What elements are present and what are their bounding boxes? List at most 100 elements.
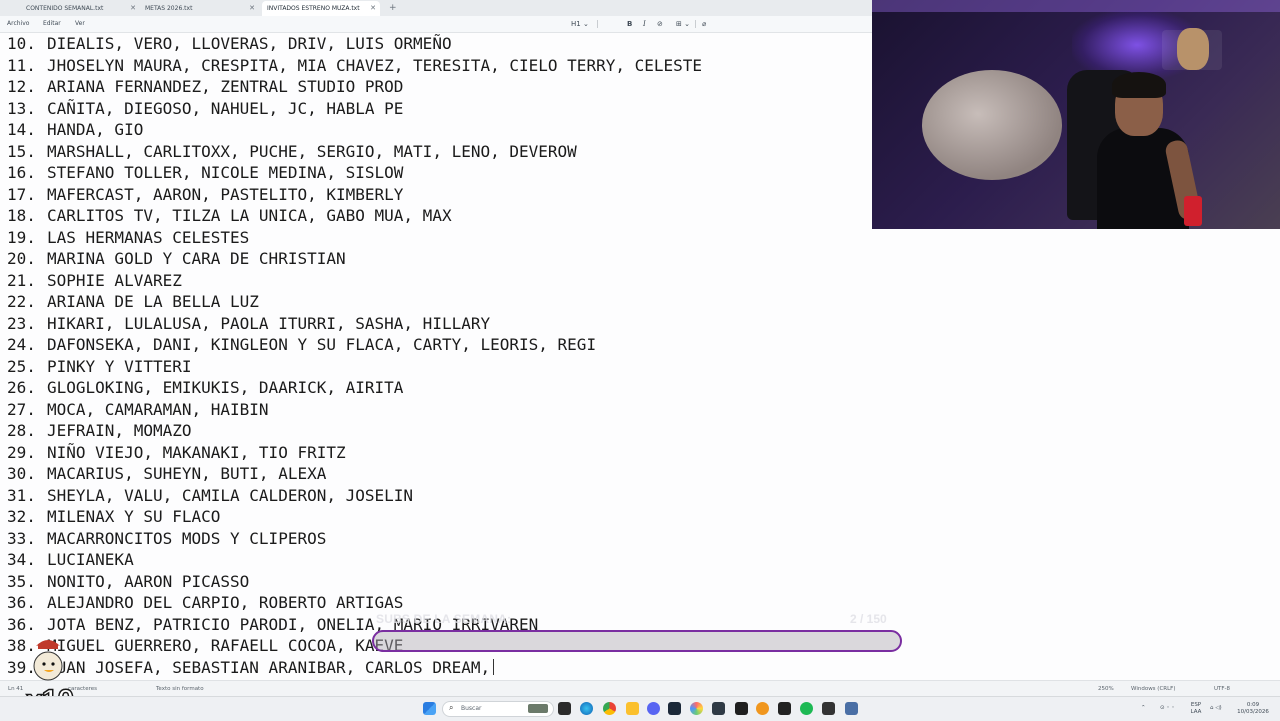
text-line[interactable]: 13. CAÑITA, DIEGOSO, NAHUEL, JC, HABLA PE bbox=[7, 98, 403, 119]
status-bar: Ln 41 caracteres Texto sin formato 250% … bbox=[0, 680, 1280, 697]
app-icon[interactable] bbox=[712, 702, 725, 715]
tab-invitados-estreno-muza[interactable]: INVITADOS ESTRENO MUZA.txt ✕ bbox=[262, 1, 380, 16]
text-line[interactable]: 39. JUAN JOSEFA, SEBASTIAN ARANIBAR, CARL… bbox=[7, 657, 495, 678]
text-line[interactable]: 36. ALEJANDRO DEL CARPIO, ROBERTO ARTIGAS bbox=[7, 592, 403, 613]
line-number: 12. bbox=[7, 77, 36, 96]
text-line[interactable]: 33. MACARRONCITOS MODS Y CLIPEROS bbox=[7, 528, 326, 549]
bold-button[interactable]: B bbox=[627, 16, 632, 32]
text-line[interactable]: 31. SHEYLA, VALU, CAMILA CALDERON, JOSELI… bbox=[7, 485, 413, 506]
line-number: 14. bbox=[7, 120, 36, 139]
line-text: NONITO, AARON PICASSO bbox=[47, 571, 250, 591]
text-line[interactable]: 25. PINKY Y VITTERI bbox=[7, 356, 192, 377]
taskbar: ⌕ Buscar ⌃ ⊙ ◦ ◦ ESP LAA ⌂ ◁) 0:09 10/03… bbox=[0, 696, 1280, 721]
tab-label: CONTENIDO SEMANAL.txt bbox=[26, 5, 104, 12]
text-line[interactable]: 15. MARSHALL, CARLITOXX, PUCHE, SERGIO, M… bbox=[7, 141, 577, 162]
tray-expand-icon[interactable]: ⌃ bbox=[1141, 705, 1146, 712]
text-line[interactable]: 24. DAFONSEKA, DANI, KINGLEON Y SU FLACA,… bbox=[7, 334, 596, 355]
menu-bar: Archivo Editar Ver H1 ⌄ B I ⊘ ⊞ ⌄ ⌀ bbox=[0, 16, 872, 33]
folder-icon[interactable] bbox=[626, 702, 639, 715]
line-text: MACARIUS, SUHEYN, BUTI, ALEXA bbox=[47, 464, 327, 483]
discord-icon[interactable] bbox=[647, 702, 660, 715]
tab-metas-2026[interactable]: METAS 2026.txt ✕ bbox=[119, 1, 259, 16]
close-tab-icon[interactable]: ✕ bbox=[249, 1, 255, 16]
text-line[interactable]: 10. DIEALIS, VERO, LLOVERAS, DRIV, LUIS O… bbox=[7, 33, 452, 54]
text-line[interactable]: 23. HIKARI, LULALUSA, PAOLA ITURRI, SASHA… bbox=[7, 313, 490, 334]
menu-editar[interactable]: Editar bbox=[43, 16, 61, 32]
language-indicator[interactable]: ESP LAA bbox=[1188, 702, 1204, 716]
capture-icon[interactable] bbox=[735, 702, 748, 715]
widgets-icon[interactable] bbox=[528, 704, 548, 713]
text-line[interactable]: 27. MOCA, CAMARAMAN, HAIBIN bbox=[7, 399, 269, 420]
line-text: NIÑO VIEJO, MAKANAKI, TIO FRITZ bbox=[47, 442, 346, 462]
text-line[interactable]: 34. LUCIANEKA bbox=[7, 549, 134, 570]
text-line[interactable]: 26. GLOGLOKING, EMIKUKIS, DAARICK, AIRITA bbox=[7, 377, 403, 398]
clear-format-icon[interactable]: ⌀ bbox=[702, 16, 706, 32]
zoom-level[interactable]: 250% bbox=[1098, 681, 1114, 697]
photos-icon[interactable] bbox=[690, 702, 703, 715]
explorer-icon[interactable] bbox=[558, 702, 571, 715]
line-text: HIKARI, LULALUSA, PAOLA ITURRI, SASHA, H… bbox=[47, 313, 491, 333]
menu-ver[interactable]: Ver bbox=[75, 16, 85, 32]
obs-icon[interactable] bbox=[822, 702, 835, 715]
line-text: GLOGLOKING, EMIKUKIS, DAARICK, AIRITA bbox=[47, 378, 404, 397]
line-text: SOPHIE ALVAREZ bbox=[47, 270, 182, 290]
line-number: 15. bbox=[7, 141, 36, 161]
text-line[interactable]: 32. MILENAX Y SU FLACO bbox=[7, 506, 220, 527]
terminal-icon[interactable] bbox=[778, 702, 791, 715]
heading-dropdown[interactable]: H1 ⌄ bbox=[571, 16, 589, 32]
text-caret bbox=[493, 658, 495, 675]
line-text: MACARRONCITOS MODS Y CLIPEROS bbox=[47, 528, 327, 548]
text-line[interactable]: 16. STEFANO TOLLER, NICOLE MEDINA, SISLOW bbox=[7, 162, 403, 183]
subs-of-week-label: SUBS DE LA SEMANA: bbox=[376, 612, 512, 626]
edge-icon[interactable] bbox=[580, 702, 593, 715]
list-dropdown[interactable]: ⊞ ⌄ bbox=[676, 16, 690, 32]
close-tab-icon[interactable]: ✕ bbox=[370, 1, 376, 16]
text-line[interactable]: 35. NONITO, AARON PICASSO bbox=[7, 571, 249, 592]
text-line[interactable]: 30. MACARIUS, SUHEYN, BUTI, ALEXA bbox=[7, 463, 326, 484]
steam-icon[interactable] bbox=[668, 702, 681, 715]
text-line[interactable]: 11. JHOSELYN MAURA, CRESPITA, MIA CHAVEZ,… bbox=[7, 55, 702, 76]
encoding: UTF-8 bbox=[1214, 686, 1231, 692]
text-line[interactable]: 12. ARIANA FERNANDEZ, ZENTRAL STUDIO PROD bbox=[7, 76, 403, 97]
chrome-icon[interactable] bbox=[603, 702, 616, 715]
spotify-icon[interactable] bbox=[800, 702, 813, 715]
text-line[interactable]: 28. JEFRAIN, MOMAZO bbox=[7, 420, 192, 441]
text-line[interactable]: 22. ARIANA DE LA BELLA LUZ bbox=[7, 291, 259, 312]
text-line[interactable]: 19. LAS HERMANAS CELESTES bbox=[7, 227, 249, 248]
line-text: ARIANA FERNANDEZ, ZENTRAL STUDIO PROD bbox=[47, 77, 404, 96]
media-icon[interactable] bbox=[756, 702, 769, 715]
text-line[interactable]: 20. MARINA GOLD Y CARA DE CHRISTIAN bbox=[7, 248, 346, 269]
line-number: 19. bbox=[7, 227, 36, 247]
text-line[interactable]: 18. CARLITOS TV, TILZA LA UNICA, GABO MUA… bbox=[7, 205, 452, 226]
line-number: 29. bbox=[7, 442, 36, 462]
new-tab-icon[interactable]: + bbox=[389, 1, 397, 15]
tray-icons[interactable]: ⊙ ◦ ◦ bbox=[1160, 705, 1175, 712]
text-line[interactable]: 21. SOPHIE ALVAREZ bbox=[7, 270, 182, 291]
line-number: 27. bbox=[7, 399, 36, 419]
menu-archivo[interactable]: Archivo bbox=[7, 16, 29, 32]
line-text: LAS HERMANAS CELESTES bbox=[47, 227, 250, 247]
line-number: 30. bbox=[7, 464, 36, 483]
text-line[interactable]: 29. NIÑO VIEJO, MAKANAKI, TIO FRITZ bbox=[7, 442, 346, 463]
line-text: STEFANO TOLLER, NICOLE MEDINA, SISLOW bbox=[47, 163, 404, 182]
toolbar-divider bbox=[695, 20, 696, 28]
text-line[interactable]: 14. HANDA, GIO bbox=[7, 119, 143, 140]
start-icon[interactable] bbox=[423, 702, 436, 715]
line-number: 17. bbox=[7, 184, 36, 204]
line-number: 16. bbox=[7, 163, 36, 182]
link-icon[interactable]: ⊘ bbox=[657, 16, 663, 32]
line-text: JHOSELYN MAURA, CRESPITA, MIA CHAVEZ, TE… bbox=[47, 55, 703, 75]
line-number: 25. bbox=[7, 356, 36, 376]
network-volume-icon[interactable]: ⌂ ◁) bbox=[1210, 705, 1222, 712]
search-icon: ⌕ bbox=[449, 703, 454, 712]
line-text: MIGUEL GUERRERO, RAFAELL COCOA, KAEVE bbox=[47, 636, 404, 655]
line-number: 22. bbox=[7, 292, 36, 311]
notepad-icon[interactable] bbox=[845, 702, 858, 715]
italic-button[interactable]: I bbox=[643, 16, 646, 32]
line-number: 24. bbox=[7, 335, 36, 354]
line-text: JEFRAIN, MOMAZO bbox=[47, 421, 192, 440]
line-number: 32. bbox=[7, 507, 36, 526]
line-number: 36. bbox=[7, 593, 36, 612]
clock[interactable]: 0:09 10/03/2026 bbox=[1237, 702, 1269, 716]
text-line[interactable]: 17. MAFERCAST, AARON, PASTELITO, KIMBERLY bbox=[7, 184, 403, 205]
